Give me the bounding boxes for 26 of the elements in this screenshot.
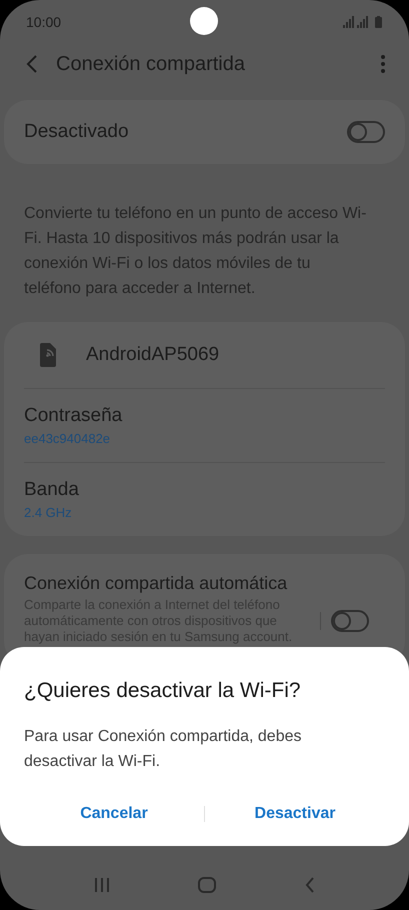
recent-apps-icon[interactable] [94, 878, 110, 892]
dialog-title: ¿Quieres desactivar la Wi-Fi? [24, 678, 302, 704]
setting-label: Contraseña [24, 404, 124, 428]
setting-label: Banda [24, 478, 80, 502]
network-name: AndroidAP5069 [86, 342, 220, 367]
home-icon[interactable] [198, 877, 216, 893]
dialog-button[interactable]: Cancelar [24, 798, 204, 830]
status-time: 10:00 [26, 12, 62, 32]
page-title: Conexión compartida [56, 52, 246, 77]
master-switch-card[interactable]: Desactivado [4, 100, 405, 164]
dialog-button[interactable]: Desactivar [205, 798, 385, 830]
signal-battery-icon [343, 16, 383, 28]
camera-hole [190, 7, 218, 35]
back-icon [26, 55, 38, 73]
more-icon [381, 55, 385, 73]
setting-item[interactable]: Banda 2.4 GHz [24, 462, 385, 536]
setting-value: ee43c940482e [24, 430, 112, 448]
setting-item[interactable]: Contraseña ee43c940482e [24, 388, 385, 462]
setting-value: 2.4 GHz [24, 504, 73, 522]
switch-label: Desactivado [24, 120, 129, 144]
back-icon[interactable] [304, 877, 315, 893]
hotspot-icon [38, 343, 58, 367]
dialog-message: Para usar Conexión compartida, debes desactivar la Wi-Fi. [24, 726, 302, 772]
toggle-switch[interactable] [347, 121, 385, 143]
toggle-switch[interactable] [331, 610, 369, 632]
auto-hotspot-title: Conexión compartida automática [24, 572, 288, 595]
